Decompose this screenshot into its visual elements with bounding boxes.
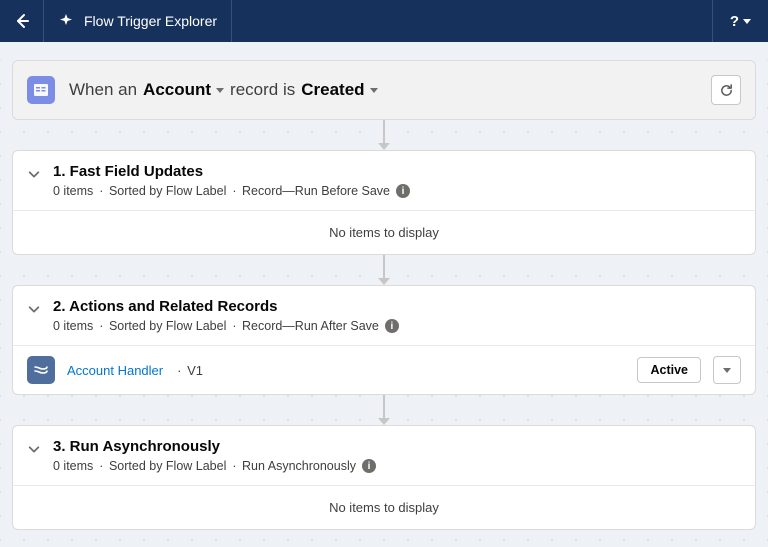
back-button[interactable] xyxy=(0,0,44,42)
flow-arrow xyxy=(12,395,756,425)
info-icon[interactable]: i xyxy=(396,184,410,198)
section-toggle[interactable] xyxy=(27,438,41,456)
flow-type-icon xyxy=(33,362,49,378)
refresh-icon xyxy=(719,83,734,98)
app-title-wrap: Flow Trigger Explorer xyxy=(44,0,232,42)
flow-row: Account Handler V1 Active xyxy=(13,345,755,394)
trigger-selector[interactable]: Created xyxy=(301,80,377,100)
help-icon: ? xyxy=(730,13,739,30)
filter-sentence: When an Account record is Created xyxy=(69,80,378,100)
trigger-label: Created xyxy=(301,80,364,100)
section-title: 3. Run Asynchronously xyxy=(53,438,376,455)
object-label: Account xyxy=(143,80,211,100)
sort-label: Sorted by Flow Label xyxy=(97,319,226,333)
items-count: 0 items xyxy=(53,319,93,333)
sort-label: Sorted by Flow Label xyxy=(97,184,226,198)
status-badge: Active xyxy=(637,357,701,383)
sparkle-icon xyxy=(58,13,74,29)
top-bar: Flow Trigger Explorer ? xyxy=(0,0,768,42)
row-actions-menu[interactable] xyxy=(713,356,741,384)
section-title: 1. Fast Field Updates xyxy=(53,163,410,180)
chevron-down-icon xyxy=(27,167,41,181)
section-toggle[interactable] xyxy=(27,298,41,316)
section-run-asynchronously: 3. Run Asynchronously 0 items Sorted by … xyxy=(12,425,756,530)
chevron-down-icon xyxy=(216,88,224,93)
arrow-left-icon xyxy=(14,13,30,29)
flow-name-link[interactable]: Account Handler xyxy=(67,363,163,378)
section-type: Record—Run Before Save xyxy=(230,184,390,198)
flow-arrow xyxy=(12,120,756,150)
object-icon xyxy=(27,76,55,104)
empty-message: No items to display xyxy=(13,485,755,529)
filter-prefix: When an xyxy=(69,80,137,100)
chevron-down-icon xyxy=(27,302,41,316)
flow-icon xyxy=(27,356,55,384)
refresh-button[interactable] xyxy=(711,75,741,105)
sort-label: Sorted by Flow Label xyxy=(97,459,226,473)
chevron-down-icon xyxy=(723,368,731,373)
section-type: Record—Run After Save xyxy=(230,319,379,333)
object-selector[interactable]: Account xyxy=(143,80,224,100)
section-type: Run Asynchronously xyxy=(230,459,356,473)
info-icon[interactable]: i xyxy=(362,459,376,473)
items-count: 0 items xyxy=(53,184,93,198)
flow-arrow xyxy=(12,255,756,285)
info-icon[interactable]: i xyxy=(385,319,399,333)
section-toggle[interactable] xyxy=(27,163,41,181)
help-menu[interactable]: ? xyxy=(712,0,768,42)
chevron-down-icon xyxy=(27,442,41,456)
items-count: 0 items xyxy=(53,459,93,473)
section-fast-field-updates: 1. Fast Field Updates 0 items Sorted by … xyxy=(12,150,756,255)
filter-middle: record is xyxy=(230,80,295,100)
chevron-down-icon xyxy=(743,19,751,24)
page-title: Flow Trigger Explorer xyxy=(84,13,217,29)
flow-version: V1 xyxy=(175,363,203,378)
chevron-down-icon xyxy=(370,88,378,93)
empty-message: No items to display xyxy=(13,210,755,254)
filter-bar: When an Account record is Created xyxy=(12,60,756,120)
section-actions-related-records: 2. Actions and Related Records 0 items S… xyxy=(12,285,756,395)
record-icon xyxy=(33,82,49,98)
section-title: 2. Actions and Related Records xyxy=(53,298,399,315)
